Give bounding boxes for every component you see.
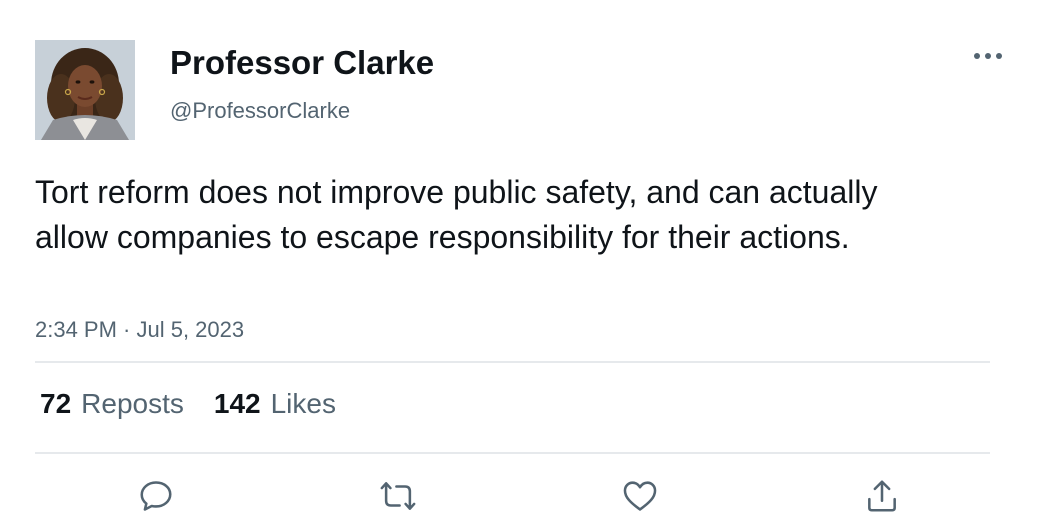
more-options-button[interactable] xyxy=(966,40,1010,72)
heart-icon xyxy=(623,481,657,511)
like-button[interactable] xyxy=(618,474,662,518)
repost-button[interactable] xyxy=(376,474,420,518)
avatar-photo-icon xyxy=(35,40,135,140)
author-display-name[interactable]: Professor Clarke xyxy=(170,43,434,83)
tweet-card: Professor Clarke @ProfessorClarke Tort r… xyxy=(0,0,1050,525)
reposts-count: 72 xyxy=(40,388,72,419)
likes-stat[interactable]: 142 Likes xyxy=(214,385,336,423)
reposts-stat[interactable]: 72 Reposts xyxy=(40,385,184,423)
reply-button[interactable] xyxy=(134,474,178,518)
avatar[interactable] xyxy=(35,40,135,140)
tweet-text: Tort reform does not improve public safe… xyxy=(35,174,878,255)
more-horizontal-icon xyxy=(974,53,1002,59)
share-icon xyxy=(868,480,896,512)
engagement-stats: 72 Reposts 142 Likes xyxy=(40,385,336,423)
tweet-timestamp[interactable]: 2:34 PM · Jul 5, 2023 xyxy=(35,316,244,344)
author-handle[interactable]: @ProfessorClarke xyxy=(170,97,350,125)
reply-icon xyxy=(140,481,172,511)
share-button[interactable] xyxy=(860,474,904,518)
divider-bottom xyxy=(35,452,990,454)
repost-icon xyxy=(380,482,416,510)
likes-label: Likes xyxy=(270,388,336,419)
reposts-label: Reposts xyxy=(81,388,184,419)
divider-top xyxy=(35,361,990,363)
likes-count: 142 xyxy=(213,388,261,419)
